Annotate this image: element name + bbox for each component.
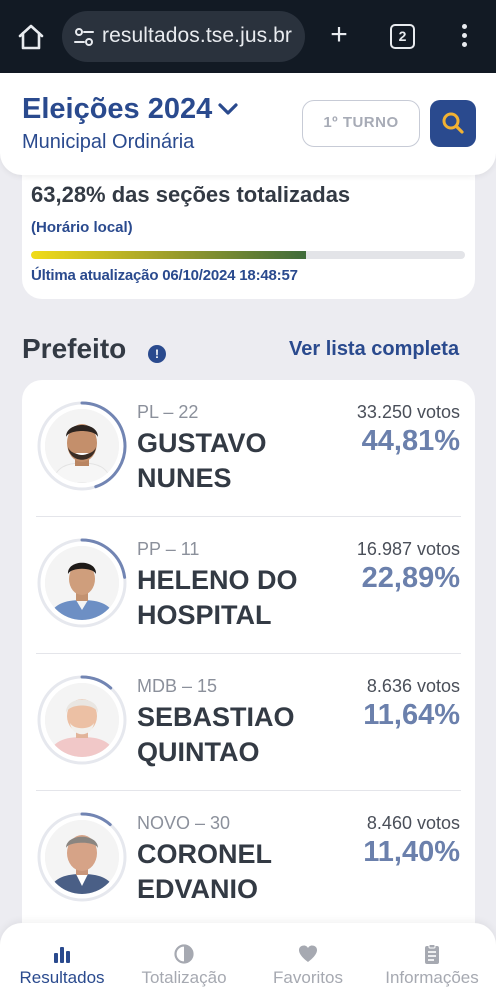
candidate-photo-icon: [45, 683, 119, 757]
nav-resultados[interactable]: Resultados: [10, 923, 114, 1000]
candidate-percent: 22,89%: [361, 562, 460, 594]
totalization-card: 63,28% das seções totalizadas (Horário l…: [22, 160, 475, 299]
search-button[interactable]: [430, 100, 476, 147]
address-bar[interactable]: resultados.tse.jus.br: [62, 11, 305, 62]
candidate-photo-icon: [45, 546, 119, 620]
tab-switcher-button[interactable]: 2: [390, 24, 415, 49]
candidate-avatar: [36, 537, 128, 629]
nav-label: Totalização: [141, 968, 227, 987]
local-time-label: (Horário local): [31, 219, 133, 236]
nav-informacoes[interactable]: Informações: [380, 923, 484, 1000]
home-icon[interactable]: [16, 22, 46, 52]
candidate-row[interactable]: MDB – 15 SEBASTIAO QUINTAO 8.636 votos 1…: [22, 654, 475, 791]
bottom-navigation: Resultados Totalização Favoritos Informa…: [0, 923, 496, 1000]
chevron-down-icon[interactable]: [216, 101, 240, 117]
browser-toolbar: resultados.tse.jus.br + 2: [0, 0, 496, 73]
app-header: Eleições 2024 Municipal Ordinária 1º TUR…: [0, 73, 496, 175]
candidate-avatar: [36, 811, 128, 903]
candidate-avatar: [36, 400, 128, 492]
candidate-name: HELENO DO HOSPITAL: [137, 565, 298, 630]
candidate-row[interactable]: PL – 22 GUSTAVO NUNES 33.250 votos 44,81…: [22, 380, 475, 517]
candidate-row[interactable]: NOVO – 30 CORONEL EDVANIO 8.460 votos 11…: [22, 791, 475, 928]
candidate-party: PP – 11: [137, 539, 200, 559]
nav-totalizacao[interactable]: Totalização: [130, 923, 238, 1000]
nav-label: Favoritos: [273, 968, 343, 987]
nav-label: Informações: [385, 968, 479, 987]
last-update-text: Última atualização 06/10/2024 18:48:57: [31, 267, 298, 284]
section-title: Prefeito: [22, 333, 127, 364]
candidate-votes: 33.250 votos: [356, 402, 460, 422]
progress-bar: [31, 251, 465, 259]
candidate-name: SEBASTIAO QUINTAO: [137, 702, 295, 767]
browser-menu-icon[interactable]: [456, 24, 472, 50]
info-icon[interactable]: !: [148, 345, 166, 363]
progress-fill: [31, 251, 306, 259]
candidate-name: GUSTAVO NUNES: [137, 428, 267, 493]
url-text: resultados.tse.jus.br: [102, 24, 293, 47]
search-icon: [442, 112, 464, 134]
full-list-link[interactable]: Ver lista completa: [289, 338, 459, 361]
candidate-party: PL – 22: [137, 402, 199, 422]
candidate-row[interactable]: PP – 11 HELENO DO HOSPITAL 16.987 votos …: [22, 517, 475, 654]
sections-totalized-text: 63,28% das seções totalizadas: [31, 182, 351, 207]
candidates-card: PL – 22 GUSTAVO NUNES 33.250 votos 44,81…: [22, 380, 475, 980]
candidate-party: MDB – 15: [137, 676, 218, 696]
clipboard-icon: [425, 944, 439, 964]
candidate-party: NOVO – 30: [137, 813, 231, 833]
new-tab-button[interactable]: +: [326, 20, 352, 50]
election-title[interactable]: Eleições 2024: [22, 93, 212, 126]
heart-icon: [299, 945, 317, 962]
candidate-photo-icon: [45, 820, 119, 894]
candidate-percent: 11,40%: [363, 836, 460, 868]
bar-chart-icon: [54, 947, 70, 963]
candidate-votes: 16.987 votos: [356, 539, 460, 559]
pie-chart-icon: [174, 944, 194, 964]
nav-favoritos[interactable]: Favoritos: [262, 923, 354, 1000]
candidate-percent: 11,64%: [363, 699, 460, 731]
candidate-votes: 8.636 votos: [366, 676, 460, 696]
turno-button[interactable]: 1º TURNO: [302, 100, 420, 147]
nav-label: Resultados: [19, 968, 105, 987]
site-settings-icon[interactable]: [72, 25, 96, 49]
candidate-name: CORONEL EDVANIO: [137, 839, 272, 904]
election-subtitle: Municipal Ordinária: [22, 131, 195, 153]
candidate-percent: 44,81%: [361, 425, 460, 457]
candidate-avatar: [36, 674, 128, 766]
candidate-votes: 8.460 votos: [366, 813, 460, 833]
candidate-photo-icon: [45, 409, 119, 483]
